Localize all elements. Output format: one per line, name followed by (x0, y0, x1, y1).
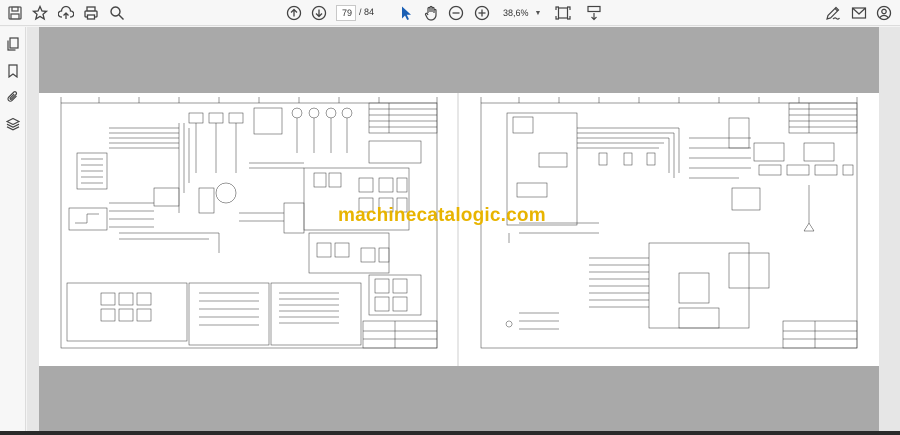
wiring-schematic (60, 93, 858, 366)
select-cursor-icon[interactable] (396, 3, 416, 23)
copy-pages-icon[interactable] (4, 35, 22, 53)
zoom-out-icon[interactable] (446, 3, 466, 23)
current-page (39, 93, 879, 366)
hand-icon[interactable] (421, 3, 441, 23)
mail-icon[interactable] (849, 3, 869, 23)
bottom-edge (0, 431, 900, 435)
fit-page-icon[interactable] (553, 3, 573, 23)
bookmark-icon[interactable] (4, 62, 22, 80)
previous-page (39, 27, 879, 93)
upload-icon[interactable] (56, 3, 76, 23)
zoom-select[interactable]: 38,6% ▼ (503, 5, 545, 21)
save-icon[interactable] (5, 3, 25, 23)
document-viewer (27, 27, 900, 431)
page-number-input[interactable]: 79 (336, 5, 356, 21)
toolbar: 79 / 84 38,6% ▼ (0, 0, 900, 26)
account-icon[interactable] (874, 3, 894, 23)
attachment-icon[interactable] (4, 88, 22, 106)
sign-icon[interactable] (823, 3, 843, 23)
next-page (39, 366, 879, 431)
scroll-mode-icon[interactable] (584, 3, 604, 23)
layers-icon[interactable] (4, 115, 22, 133)
watermark: machinecatalogic.com (338, 205, 546, 226)
chevron-down-icon: ▼ (534, 9, 542, 17)
page-down-icon[interactable] (309, 3, 329, 23)
page-up-icon[interactable] (284, 3, 304, 23)
zoom-in-icon[interactable] (472, 3, 492, 23)
page-count: / 84 (359, 7, 375, 17)
star-icon[interactable] (30, 3, 50, 23)
left-sidebar (0, 27, 26, 435)
zoom-search-icon[interactable] (107, 3, 127, 23)
print-icon[interactable] (81, 3, 101, 23)
